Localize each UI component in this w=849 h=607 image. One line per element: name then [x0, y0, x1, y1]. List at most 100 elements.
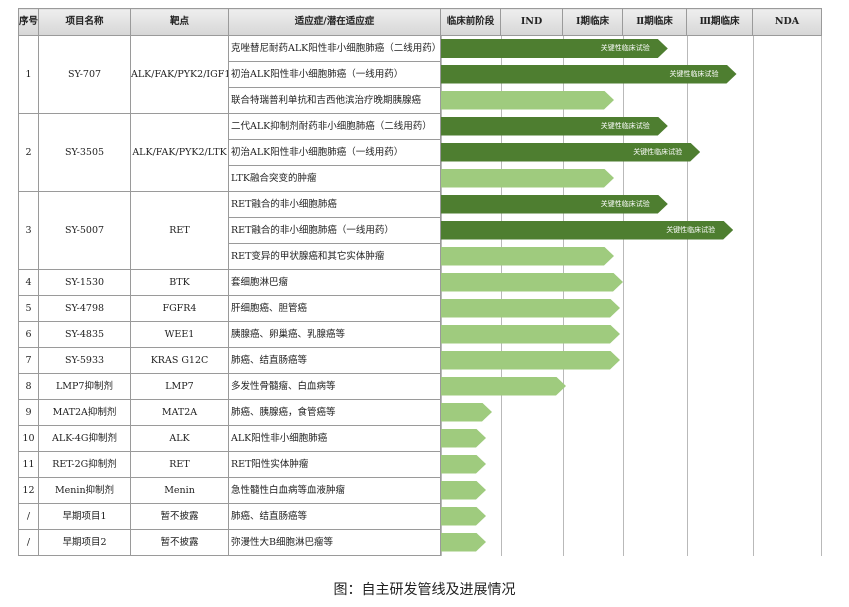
header-seq: 序号 [18, 8, 39, 36]
project-target: RET [130, 191, 229, 270]
header-stage-ind: IND [500, 8, 563, 36]
stage-divider [753, 321, 754, 348]
stage-divider [687, 321, 688, 348]
stage-divider [563, 399, 564, 426]
pipeline-table: 序号 项目名称 靶点 适应症/潜在适应症 临床前阶段 IND Ⅰ期临床 Ⅱ期临床… [18, 8, 822, 556]
progress-bar: 关键性临床试验 [441, 65, 737, 84]
stage-divider [687, 113, 688, 140]
project-seq: 12 [18, 477, 39, 504]
project-seq: / [18, 503, 39, 530]
pipeline-row: 12 Menin抑制剂 Menin 急性髓性白血病等血液肿瘤 [18, 477, 822, 504]
stage-divider [687, 529, 688, 556]
stage-divider [501, 503, 502, 530]
stage-track [441, 165, 822, 192]
project-target: RET [130, 451, 229, 478]
indication-cell: 肝细胞癌、胆管癌 [228, 295, 441, 322]
indication-cell: 初治ALK阳性非小细胞肺癌（一线用药） [228, 139, 441, 166]
stage-divider [753, 217, 754, 244]
stage-divider [501, 451, 502, 478]
indication-cell: RET融合的非小细胞肺癌 [228, 191, 441, 218]
header-stage-phase2: Ⅱ期临床 [622, 8, 687, 36]
stage-divider [821, 373, 822, 400]
indication-cell: 克唑替尼耐药ALK阳性非小细胞肺癌（二线用药） [228, 35, 441, 62]
stage-divider [501, 477, 502, 504]
stage-track: 关键性临床试验 [441, 61, 822, 88]
stage-divider [687, 165, 688, 192]
stage-divider [623, 503, 624, 530]
header-stage-phase3: Ⅲ期临床 [686, 8, 753, 36]
project-seq: 10 [18, 425, 39, 452]
stage-track: 关键性临床试验 [441, 191, 822, 218]
stage-gridlines [441, 451, 822, 478]
project-name: 早期项目2 [38, 529, 131, 556]
pipeline-row: / 早期项目2 暂不披露 弥漫性大B细胞淋巴瘤等 [18, 529, 822, 556]
progress-bar: 关键性临床试验 [441, 195, 668, 214]
stage-divider [821, 321, 822, 348]
indication-cell: 套细胞淋巴瘤 [228, 269, 441, 296]
stage-divider [623, 451, 624, 478]
stage-divider [821, 87, 822, 114]
stage-gridlines [441, 399, 822, 426]
project-target: ALK/FAK/PYK2/LTK [130, 113, 229, 192]
stage-divider [623, 347, 624, 374]
stage-divider [623, 399, 624, 426]
pipeline-row: 8 LMP7抑制剂 LMP7 多发性骨髓瘤、白血病等 [18, 373, 822, 400]
progress-bar: 关键性临床试验 [441, 39, 668, 58]
stage-divider [687, 373, 688, 400]
project-seq: / [18, 529, 39, 556]
stage-divider [753, 87, 754, 114]
project-seq: 3 [18, 191, 39, 270]
stage-divider [623, 165, 624, 192]
project-name: SY-1530 [38, 269, 131, 296]
indication-cell: 联合特瑞普利单抗和吉西他滨治疗晚期胰腺癌 [228, 87, 441, 114]
project-seq: 8 [18, 373, 39, 400]
stage-track [441, 425, 822, 452]
stage-divider [821, 61, 822, 88]
stage-gridlines [441, 477, 822, 504]
pipeline-row: 4 SY-1530 BTK 套细胞淋巴瘤 [18, 269, 822, 296]
project-name: SY-4798 [38, 295, 131, 322]
header-stage-preclinical: 临床前阶段 [440, 8, 501, 36]
header-row: 序号 项目名称 靶点 适应症/潜在适应症 临床前阶段 IND Ⅰ期临床 Ⅱ期临床… [18, 8, 822, 36]
project-name: LMP7抑制剂 [38, 373, 131, 400]
stage-divider [753, 191, 754, 218]
progress-bar: 关键性临床试验 [441, 221, 733, 240]
pipeline-row: 5 SY-4798 FGFR4 肝细胞癌、胆管癌 [18, 295, 822, 322]
stage-divider [753, 269, 754, 296]
stage-divider [753, 373, 754, 400]
progress-bar [441, 377, 566, 396]
project-target: KRAS G12C [130, 347, 229, 374]
header-target: 靶点 [130, 8, 229, 36]
project-seq: 11 [18, 451, 39, 478]
pipeline-row: 2 SY-3505 ALK/FAK/PYK2/LTK 二代ALK抑制剂耐药非小细胞肺癌… [18, 113, 822, 192]
header-indication: 适应症/潜在适应症 [228, 8, 441, 36]
project-name: SY-5007 [38, 191, 131, 270]
project-seq: 7 [18, 347, 39, 374]
stage-divider [753, 61, 754, 88]
header-stage-phase1: Ⅰ期临床 [562, 8, 623, 36]
stage-divider [821, 217, 822, 244]
project-target: 暂不披露 [130, 529, 229, 556]
project-target: WEE1 [130, 321, 229, 348]
stage-divider [623, 295, 624, 322]
stage-divider [687, 399, 688, 426]
progress-bar [441, 299, 620, 318]
stage-divider [563, 451, 564, 478]
stage-divider [687, 243, 688, 270]
stage-divider [821, 451, 822, 478]
stage-divider [623, 373, 624, 400]
progress-bar [441, 403, 492, 422]
project-seq: 6 [18, 321, 39, 348]
stage-gridlines [441, 529, 822, 556]
stage-divider [753, 425, 754, 452]
indication-cell: RET融合的非小细胞肺癌（一线用药） [228, 217, 441, 244]
project-seq: 2 [18, 113, 39, 192]
stage-track: 关键性临床试验 [441, 217, 822, 244]
pipeline-row: 9 MAT2A抑制剂 MAT2A 肺癌、胰腺癌，食管癌等 [18, 399, 822, 426]
stage-divider [623, 243, 624, 270]
stage-divider [687, 425, 688, 452]
pipeline-row: 3 SY-5007 RET RET融合的非小细胞肺癌 关键性临床试验 [18, 191, 822, 270]
progress-bar: 关键性临床试验 [441, 117, 668, 136]
stage-track [441, 347, 822, 374]
stage-divider [753, 139, 754, 166]
